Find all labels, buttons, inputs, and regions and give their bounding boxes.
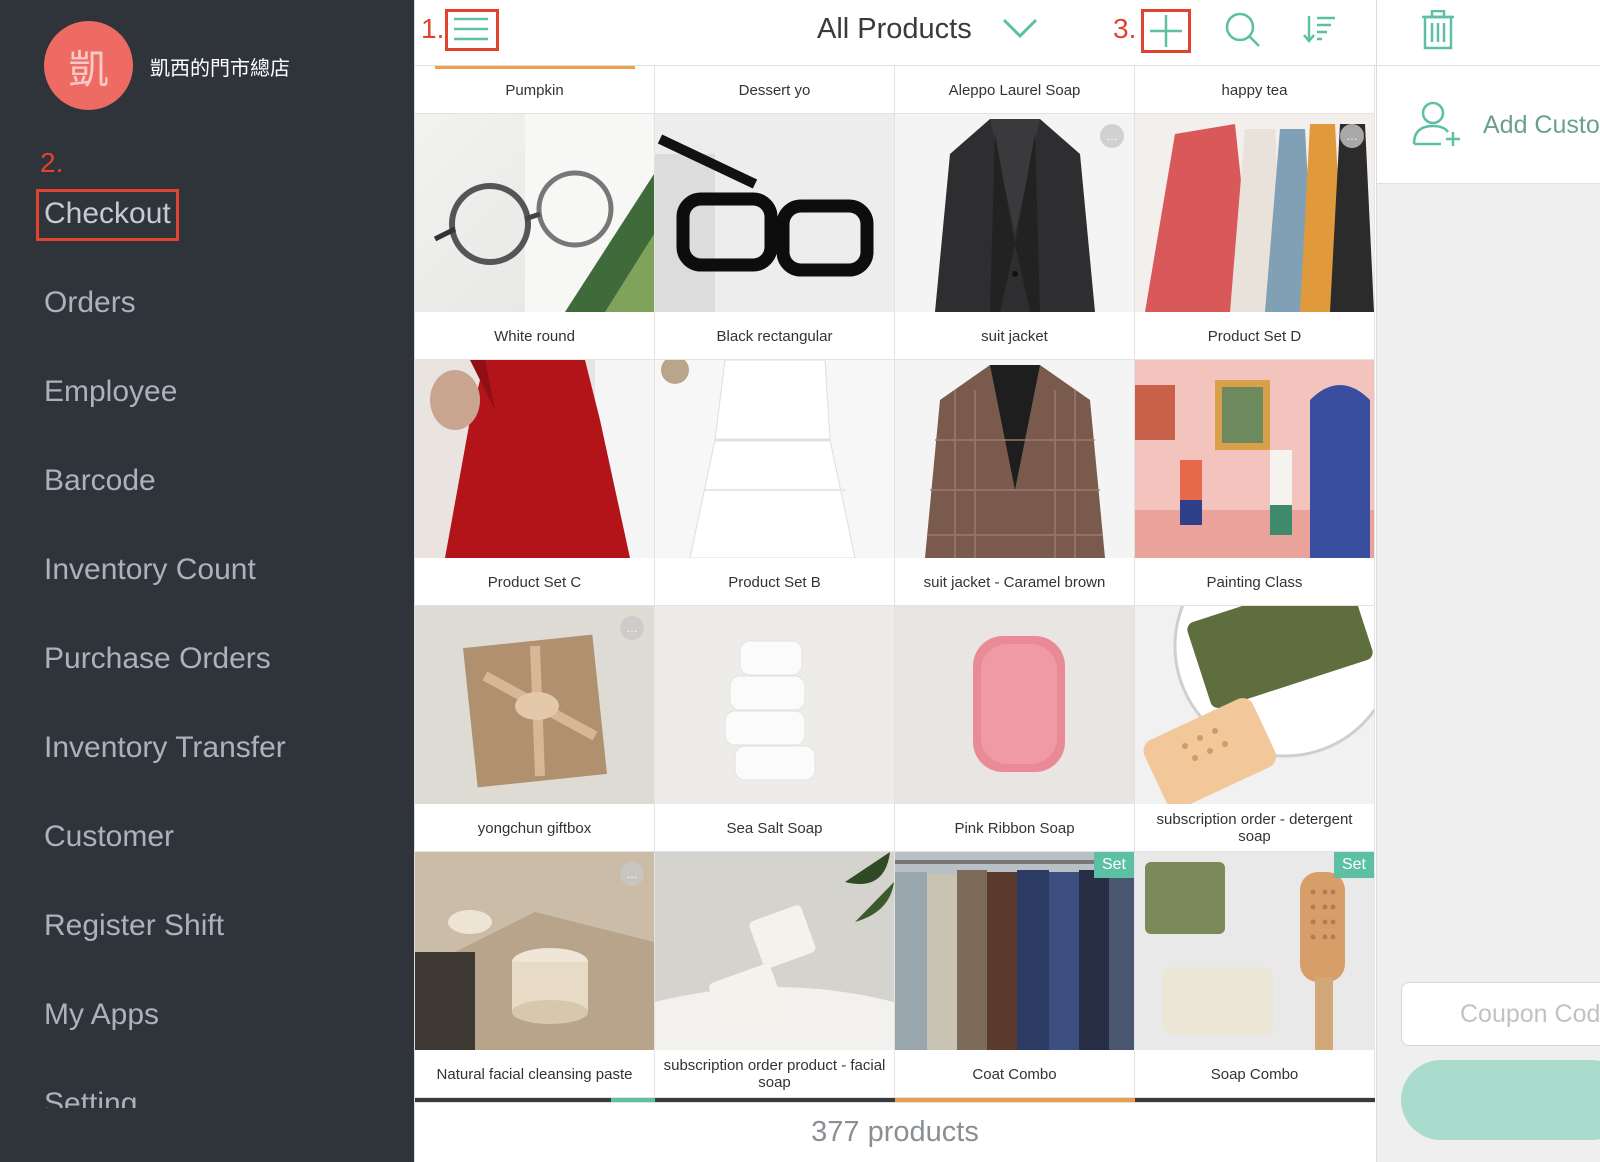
product-tile[interactable]: White round bbox=[415, 114, 655, 360]
product-tile[interactable]: Black rectangular bbox=[655, 114, 895, 360]
sidebar-item-inventory-transfer[interactable]: Inventory Transfer bbox=[44, 731, 286, 765]
product-tile[interactable]: Set Soap Combo bbox=[1135, 852, 1375, 1098]
trash-icon[interactable] bbox=[1421, 9, 1455, 55]
annotation-1: 1. bbox=[421, 13, 445, 44]
product-tile[interactable]: suit jacket - Caramel brown bbox=[895, 360, 1135, 606]
checkout-button[interactable] bbox=[1401, 1060, 1600, 1140]
product-image bbox=[655, 114, 894, 312]
product-name: subscription order product - facial soap bbox=[663, 1057, 886, 1091]
more-options-icon[interactable]: … bbox=[620, 616, 644, 640]
menu-icon[interactable] bbox=[451, 12, 491, 53]
product-name: Soap Combo bbox=[1210, 1065, 1299, 1083]
product-name: Product Set D bbox=[1207, 327, 1302, 345]
cart-panel: Add Custo Coupon Cod bbox=[1376, 0, 1600, 1162]
chevron-down-icon[interactable] bbox=[1000, 14, 1040, 49]
coupon-placeholder: Coupon Cod bbox=[1460, 1000, 1600, 1028]
product-name: Product Set B bbox=[728, 573, 821, 591]
product-image bbox=[415, 114, 654, 312]
sidebar-item-inventory-count[interactable]: Inventory Count bbox=[44, 553, 256, 587]
product-tile[interactable]: Set Coat Combo bbox=[895, 852, 1135, 1098]
product-image bbox=[415, 360, 654, 558]
sidebar: 凱 凱西的門市總店 2. Checkout Orders Employee Ba… bbox=[0, 0, 414, 1162]
sidebar-item-register-shift[interactable]: Register Shift bbox=[44, 909, 224, 943]
product-tile[interactable]: … suit jacket bbox=[895, 114, 1135, 360]
annotation-2: 2. bbox=[40, 147, 64, 178]
product-tile[interactable]: subscription order product - facial soap bbox=[655, 852, 895, 1098]
cart-toolbar bbox=[1377, 0, 1600, 66]
product-tile[interactable]: Aleppo Laurel Soap bbox=[895, 66, 1135, 114]
add-customer-button[interactable]: Add Custo bbox=[1377, 66, 1600, 184]
set-badge: Set bbox=[1333, 852, 1374, 878]
product-tile[interactable]: Sea Salt Soap bbox=[655, 606, 895, 852]
sidebar-item-orders[interactable]: Orders bbox=[44, 286, 136, 320]
coupon-input[interactable]: Coupon Cod bbox=[1401, 982, 1600, 1046]
sidebar-item-my-apps[interactable]: My Apps bbox=[44, 998, 159, 1032]
product-image bbox=[655, 852, 894, 1050]
add-customer-icon bbox=[1411, 100, 1463, 153]
product-name: Black rectangular bbox=[716, 327, 833, 345]
sidebar-item-barcode[interactable]: Barcode bbox=[44, 464, 156, 498]
product-grid: Pumpkin Dessert yo Aleppo Laurel Soap ha… bbox=[415, 66, 1375, 1102]
set-badge: Set bbox=[1093, 852, 1134, 878]
product-name: Natural facial cleansing paste bbox=[436, 1065, 633, 1083]
product-name: subscription order - detergent soap bbox=[1156, 811, 1353, 845]
more-options-icon[interactable]: … bbox=[620, 862, 644, 886]
product-image bbox=[895, 606, 1134, 804]
sidebar-item-employee[interactable]: Employee bbox=[44, 375, 177, 409]
product-toolbar: 1. All Products 3. bbox=[415, 0, 1377, 66]
product-name: Sea Salt Soap bbox=[726, 819, 823, 837]
product-panel: 1. All Products 3. Pumpkin Dessert yo Al… bbox=[414, 0, 1377, 1162]
product-tile[interactable]: Product Set B bbox=[655, 360, 895, 606]
product-image: … bbox=[415, 606, 654, 804]
product-name: Dessert yo bbox=[738, 81, 811, 99]
more-options-icon[interactable]: … bbox=[1100, 124, 1124, 148]
product-image bbox=[655, 360, 894, 558]
product-name: suit jacket bbox=[981, 327, 1048, 345]
category-title[interactable]: All Products bbox=[817, 13, 972, 46]
product-name: happy tea bbox=[1221, 81, 1288, 99]
product-name: Painting Class bbox=[1206, 573, 1303, 591]
product-image bbox=[1135, 606, 1374, 804]
sidebar-item-purchase-orders[interactable]: Purchase Orders bbox=[44, 642, 271, 676]
product-tile[interactable]: … yongchun giftbox bbox=[415, 606, 655, 852]
sidebar-item-setting[interactable]: Setting bbox=[44, 1087, 137, 1108]
product-tile[interactable]: happy tea bbox=[1135, 66, 1375, 114]
product-name: Pumpkin bbox=[505, 81, 564, 99]
store-name: 凱西的門市總店 bbox=[150, 56, 290, 80]
product-tile[interactable]: Painting Class bbox=[1135, 360, 1375, 606]
product-name: Pink Ribbon Soap bbox=[954, 819, 1075, 837]
more-options-icon[interactable]: … bbox=[1340, 124, 1364, 148]
product-image bbox=[895, 360, 1134, 558]
search-icon[interactable] bbox=[1223, 10, 1263, 55]
product-image: Set bbox=[895, 852, 1134, 1050]
add-icon[interactable] bbox=[1148, 13, 1184, 54]
product-name: yongchun giftbox bbox=[477, 819, 592, 837]
product-image: … bbox=[415, 852, 654, 1050]
product-name: Product Set C bbox=[487, 573, 582, 591]
product-image: … bbox=[895, 114, 1134, 312]
product-name: Aleppo Laurel Soap bbox=[948, 81, 1081, 99]
product-tile[interactable]: Dessert yo bbox=[655, 66, 895, 114]
product-tile[interactable]: Pink Ribbon Soap bbox=[895, 606, 1135, 852]
product-name: White round bbox=[494, 327, 575, 345]
product-count: 377 products bbox=[415, 1102, 1375, 1162]
sidebar-item-setting-clip: Setting bbox=[0, 1078, 414, 1108]
product-image bbox=[655, 606, 894, 804]
product-image: … bbox=[1135, 114, 1374, 312]
sidebar-item-customer[interactable]: Customer bbox=[44, 820, 174, 854]
product-image bbox=[1135, 360, 1374, 558]
product-tile[interactable]: Pumpkin bbox=[415, 66, 655, 114]
sidebar-item-checkout[interactable]: Checkout bbox=[44, 197, 171, 231]
product-name: suit jacket - Caramel brown bbox=[923, 573, 1106, 591]
product-tile[interactable]: … Product Set D bbox=[1135, 114, 1375, 360]
annotation-3: 3. bbox=[1113, 13, 1137, 44]
product-tile[interactable]: … Natural facial cleansing paste bbox=[415, 852, 655, 1098]
product-name: Coat Combo bbox=[972, 1065, 1057, 1083]
product-tile[interactable]: subscription order - detergent soap bbox=[1135, 606, 1375, 852]
add-customer-label: Add Custo bbox=[1483, 111, 1600, 139]
sort-icon[interactable] bbox=[1303, 14, 1337, 49]
store-avatar[interactable]: 凱 bbox=[44, 21, 133, 110]
product-tile[interactable]: Product Set C bbox=[415, 360, 655, 606]
product-image: Set bbox=[1135, 852, 1374, 1050]
